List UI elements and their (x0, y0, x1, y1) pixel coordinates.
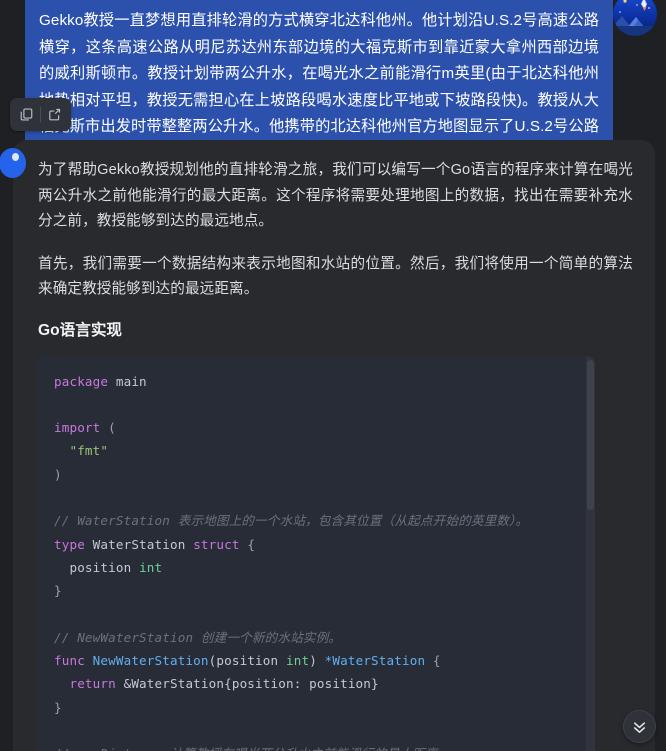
share-button[interactable] (41, 102, 68, 127)
copy-icon (20, 108, 33, 121)
message-action-bar (10, 98, 71, 131)
chevron-double-down-icon (633, 722, 646, 733)
chat-screen: Gekko教授一直梦想用直排轮滑的方式横穿北达科他州。他计划沿U.S.2号高速公… (0, 0, 666, 751)
code-scroll-area[interactable]: package main import ( "fmt" ) // WaterSt… (36, 370, 595, 751)
user-avatar (613, 0, 657, 36)
code-section-heading: Go语言实现 (38, 321, 123, 339)
code-scrollbar-thumb[interactable] (587, 359, 594, 510)
code-scrollbar-track[interactable] (586, 355, 595, 751)
assistant-avatar (0, 148, 26, 178)
assistant-message-card: 为了帮助Gekko教授规划他的直排轮滑之旅，我们可以编写一个Go语言的程序来计算… (0, 140, 655, 751)
copy-button[interactable] (13, 102, 40, 127)
assistant-avatar-glyph (12, 153, 19, 161)
scroll-to-bottom-button[interactable] (623, 710, 656, 743)
code-content: package main import ( "fmt" ) // WaterSt… (54, 373, 529, 751)
assistant-paragraph-1: 为了帮助Gekko教授规划他的直排轮滑之旅，我们可以编写一个Go语言的程序来计算… (38, 162, 633, 229)
code-block: package main import ( "fmt" ) // WaterSt… (36, 355, 595, 751)
assistant-paragraph-2: 首先，我们需要一个数据结构来表示地图和水站的位置。然后，我们将使用一个简单的算法… (38, 255, 633, 298)
night-sky-avatar-icon (613, 0, 657, 36)
share-icon (49, 108, 61, 121)
